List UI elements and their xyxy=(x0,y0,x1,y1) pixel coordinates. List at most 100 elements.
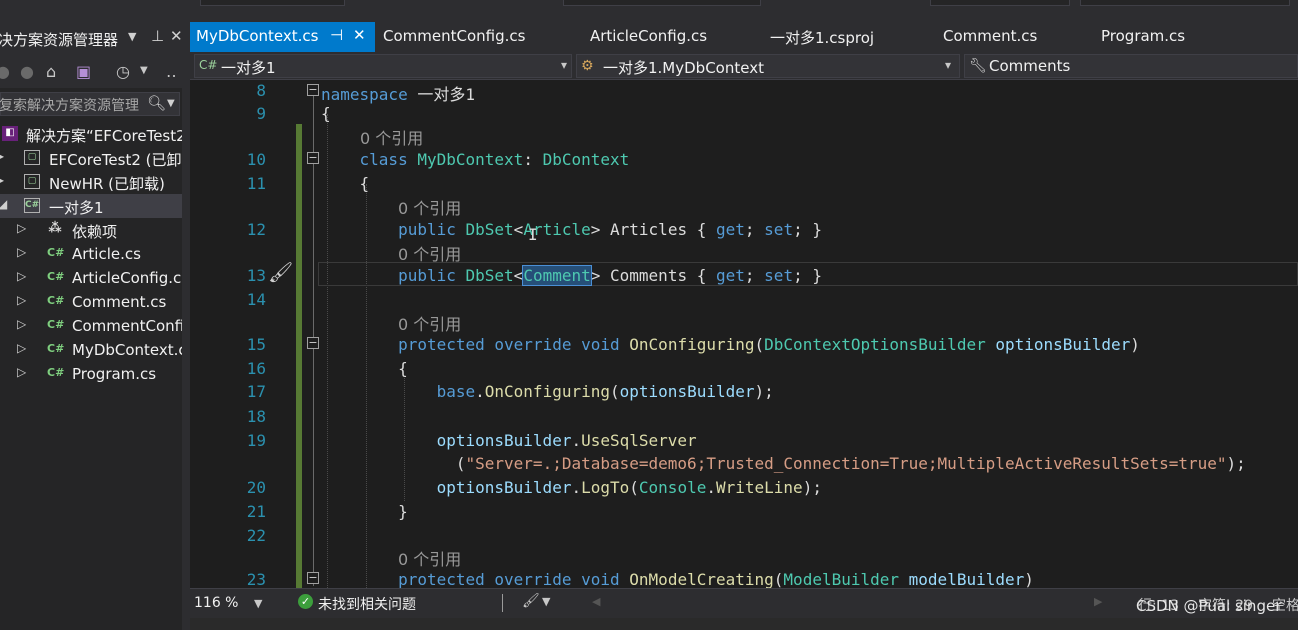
member-dropdown[interactable]: 🔧︎ Comments xyxy=(964,54,1298,78)
line-number: 18 xyxy=(246,407,266,426)
code-line: namespace 一对多1 xyxy=(321,85,475,104)
code-line: { xyxy=(359,174,370,193)
collapse-icon[interactable]: − xyxy=(307,152,319,164)
dropdown-arrow-icon[interactable]: ▾ xyxy=(561,58,567,72)
editor-status-bar: 116 % ▼ ✓ 未找到相关问题 🖌︎ ▼ ◀ ▶ 行: 13 字符: 29 … xyxy=(190,588,1298,618)
solution-explorer-toolbar: ● ● ⌂ ▣ ◷ ▼ ‥ xyxy=(0,54,182,88)
expand-arrow-icon[interactable]: ▷ xyxy=(17,365,26,379)
line-number: 15 xyxy=(246,335,266,354)
tab-comment[interactable]: Comment.cs xyxy=(935,22,1085,52)
tree-item-solution[interactable]: ◧ 解决方案“EFCoreTest2 xyxy=(0,122,182,146)
code-editor[interactable]: 8 9 10 11 12 13 14 15 16 17 18 19 20 21 … xyxy=(190,80,1298,588)
watermark-text: CSDN @Pual singer xyxy=(1136,597,1282,615)
solution-explorer-search[interactable]: 复索解决方案资源管理 🔍︎ ▼ xyxy=(0,92,180,116)
collapse-icon[interactable]: − xyxy=(307,84,319,96)
expand-arrow-icon[interactable]: ▸ xyxy=(0,149,4,163)
line-number: 8 xyxy=(256,81,266,100)
tree-item-label: Comment.cs xyxy=(72,293,167,311)
scroll-left-icon[interactable]: ◀ xyxy=(592,595,600,608)
home-icon[interactable]: ⌂ xyxy=(46,62,56,81)
tree-item-file[interactable]: ▷ C# CommentConfi xyxy=(0,314,182,338)
code-line: protected override void OnConfiguring(Db… xyxy=(398,335,1140,354)
tab-commentconfig[interactable]: CommentConfig.cs xyxy=(375,22,575,52)
project-dropdown-value: 一对多1 xyxy=(221,59,276,77)
tree-item-file[interactable]: ▷ C# Program.cs xyxy=(0,362,182,386)
member-dropdown-value: Comments xyxy=(989,57,1071,75)
history-dropdown-icon[interactable]: ▼ xyxy=(140,65,148,76)
toolbar-fragment xyxy=(200,0,345,6)
type-dropdown[interactable]: ⚙ 一对多1.MyDbContext ▾ xyxy=(576,54,960,78)
code-line: { xyxy=(398,359,408,378)
pin-icon[interactable]: ⊣ xyxy=(330,26,343,44)
dropdown-arrow-icon[interactable]: ▼ xyxy=(128,30,136,43)
dropdown-arrow-icon[interactable]: ▼ xyxy=(542,595,550,608)
codelens-references[interactable]: 0 个引用 xyxy=(398,241,461,265)
close-icon[interactable]: ✕ xyxy=(353,26,366,44)
tab-program[interactable]: Program.cs xyxy=(1093,22,1243,52)
code-line: { xyxy=(321,104,331,123)
toolbar-fragment xyxy=(930,0,1070,6)
expand-arrow-icon[interactable]: ▷ xyxy=(17,341,26,355)
csharp-file-icon: C# xyxy=(47,270,65,283)
code-cleanup-brush-icon[interactable]: 🖌︎ xyxy=(522,593,540,609)
window-top-strip xyxy=(0,0,1298,22)
tree-item-project[interactable]: ▸ ▢ EFCoreTest2 (已卸 xyxy=(0,146,182,170)
codelens-references[interactable]: 0 个引用 xyxy=(360,125,423,149)
project-icon: ▢ xyxy=(24,174,40,189)
tab-articleconfig[interactable]: ArticleConfig.cs xyxy=(580,22,760,52)
back-icon[interactable]: ● xyxy=(0,62,10,81)
tree-item-dependencies[interactable]: ▷ ⁂ 依赖项 xyxy=(0,218,182,242)
code-line: protected override void OnModelCreating(… xyxy=(398,570,1034,588)
csharp-project-icon: C# xyxy=(24,198,40,213)
tree-item-file[interactable]: ▷ C# Comment.cs xyxy=(0,290,182,314)
collapse-icon[interactable]: − xyxy=(307,572,319,584)
pin-icon[interactable]: ⊥ xyxy=(151,27,164,45)
tab-csproj[interactable]: 一对多1.csproj xyxy=(760,22,930,52)
scroll-right-icon[interactable]: ▶ xyxy=(1094,595,1102,608)
csharp-file-icon: C# xyxy=(47,246,65,259)
forward-icon[interactable]: ● xyxy=(20,62,34,81)
panel-splitter[interactable] xyxy=(182,22,190,630)
csharp-file-icon: C# xyxy=(47,294,65,307)
toolbar-fragment xyxy=(563,0,761,6)
more-icon[interactable]: ‥ xyxy=(166,62,177,81)
tree-item-file[interactable]: ▷ C# Article.cs xyxy=(0,242,182,266)
codelens-references[interactable]: 0 个引用 xyxy=(398,311,461,335)
dropdown-arrow-icon[interactable]: ▾ xyxy=(945,58,951,72)
tree-item-file[interactable]: ▷ C# ArticleConfig.cs xyxy=(0,266,182,290)
project-icon: ▢ xyxy=(24,150,40,165)
collapse-arrow-icon[interactable]: ◢ xyxy=(0,197,7,211)
solution-explorer-panel: 决方案资源管理器 ▼ ⊥ ✕ ● ● ⌂ ▣ ◷ ▼ ‥ 复索解决方案资源管理 … xyxy=(0,22,182,630)
expand-arrow-icon[interactable]: ▸ xyxy=(0,173,4,187)
line-number: 22 xyxy=(246,526,266,545)
codelens-references[interactable]: 0 个引用 xyxy=(398,195,461,219)
expand-arrow-icon[interactable]: ▷ xyxy=(17,317,26,331)
expand-arrow-icon[interactable]: ▷ xyxy=(17,293,26,307)
switch-views-icon[interactable]: ▣ xyxy=(76,62,91,81)
tree-item-file[interactable]: ▷ C# MyDbContext.c xyxy=(0,338,182,362)
collapse-icon[interactable]: − xyxy=(307,337,319,349)
tree-item-project-selected[interactable]: ◢ C# 一对多1 xyxy=(0,194,182,218)
tree-item-project[interactable]: ▸ ▢ NewHR (已卸载) xyxy=(0,170,182,194)
expand-arrow-icon[interactable]: ▷ xyxy=(17,245,26,259)
search-placeholder: 复索解决方案资源管理 xyxy=(0,98,139,114)
solution-explorer-title: 决方案资源管理器 xyxy=(0,31,119,49)
search-icon[interactable]: 🔍︎ xyxy=(147,94,166,112)
search-options-icon[interactable]: ▼ xyxy=(167,98,175,109)
expand-arrow-icon[interactable]: ▷ xyxy=(17,269,26,283)
line-number: 12 xyxy=(246,220,266,239)
line-number: 10 xyxy=(246,150,266,169)
codelens-references[interactable]: 0 个引用 xyxy=(398,546,461,570)
expand-arrow-icon[interactable]: ▷ xyxy=(17,221,26,235)
dropdown-arrow-icon[interactable]: ▼ xyxy=(254,597,262,610)
history-icon[interactable]: ◷ xyxy=(116,62,130,81)
close-icon[interactable]: ✕ xyxy=(170,27,182,45)
issues-status[interactable]: 未找到相关问题 xyxy=(318,594,416,614)
line-number: 13 xyxy=(246,266,266,285)
quick-actions-brush-icon[interactable]: 🖌︎ xyxy=(268,260,293,284)
tab-mydbcontext[interactable]: MyDbContext.cs ⊣ ✕ xyxy=(190,22,375,52)
zoom-dropdown[interactable]: 116 % ▼ xyxy=(190,592,268,614)
code-line: optionsBuilder.UseSqlServer xyxy=(436,431,697,450)
project-dropdown[interactable]: C# 一对多1 ▾ xyxy=(194,54,572,78)
code-line: base.OnConfiguring(optionsBuilder); xyxy=(436,382,774,401)
